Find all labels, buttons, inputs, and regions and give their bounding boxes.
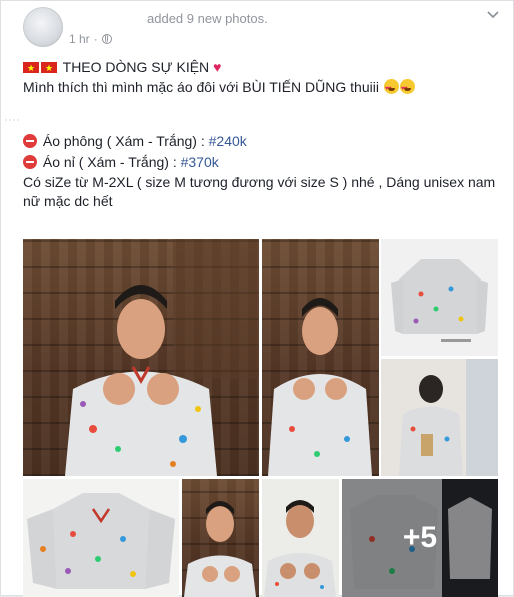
caption-text: Mình thích thì mình mặc áo đôi với BÙI T… bbox=[23, 79, 379, 95]
post-timestamp[interactable]: 1 hr bbox=[69, 32, 90, 46]
photo-6[interactable] bbox=[182, 479, 259, 597]
red-heart-icon: ♥ bbox=[213, 59, 222, 75]
photo-7[interactable] bbox=[262, 479, 339, 597]
no-entry-icon bbox=[23, 155, 37, 169]
post-line-1: THEO DÒNG SỰ KIỆN ♥ bbox=[23, 58, 222, 78]
photo-3[interactable] bbox=[381, 239, 498, 356]
size-line-2: nữ mặc dc hết bbox=[23, 192, 113, 211]
photo-1[interactable] bbox=[23, 239, 259, 476]
meta-separator: · bbox=[93, 32, 98, 46]
headline-text: THEO DÒNG SỰ KIỆN bbox=[62, 59, 210, 75]
chevron-down-icon[interactable] bbox=[487, 11, 499, 19]
profile-avatar[interactable] bbox=[23, 7, 63, 47]
globe-icon[interactable] bbox=[101, 34, 112, 44]
heart-eyes-emoji bbox=[383, 79, 399, 99]
photo-5[interactable] bbox=[23, 479, 179, 597]
vietnam-flag-icon bbox=[41, 59, 57, 78]
photo-8-more[interactable]: +5 bbox=[342, 479, 498, 597]
hashtag-240k[interactable]: #240k bbox=[209, 133, 247, 149]
new-photos-link[interactable]: 9 new photos bbox=[187, 11, 264, 26]
more-photos-count: +5 bbox=[402, 521, 438, 554]
more-photos-overlay[interactable]: +5 bbox=[342, 479, 498, 597]
size-text-2: nữ mặc dc hết bbox=[23, 193, 113, 209]
added-suffix: . bbox=[264, 11, 268, 26]
post-action-text: added 9 new photos. bbox=[147, 11, 268, 26]
heart-eyes-emoji bbox=[399, 79, 415, 99]
divider-dots bbox=[5, 119, 19, 121]
feed-post: added 9 new photos. 1 hr · THEO DÒNG SỰ … bbox=[0, 0, 514, 597]
price-line-2: Áo nỉ ( Xám - Trắng) : #370k bbox=[23, 153, 219, 172]
post-line-2: Mình thích thì mình mặc áo đôi với BÙI T… bbox=[23, 78, 415, 99]
hashtag-370k[interactable]: #370k bbox=[181, 154, 219, 170]
no-entry-icon bbox=[23, 134, 37, 148]
item2-text: Áo nỉ ( Xám - Trắng) : bbox=[42, 154, 177, 170]
added-prefix: added bbox=[147, 11, 187, 26]
photo-4[interactable] bbox=[381, 359, 498, 476]
vietnam-flag-icon bbox=[23, 59, 39, 78]
item1-text: Áo phông ( Xám - Trắng) : bbox=[42, 133, 205, 149]
price-line-1: Áo phông ( Xám - Trắng) : #240k bbox=[23, 132, 247, 151]
post-meta: 1 hr · bbox=[69, 32, 112, 46]
size-text-1: Có siZe từ M-2XL ( size M tương đương vớ… bbox=[23, 174, 496, 190]
photo-2[interactable] bbox=[262, 239, 379, 476]
size-line-1: Có siZe từ M-2XL ( size M tương đương vớ… bbox=[23, 173, 495, 192]
